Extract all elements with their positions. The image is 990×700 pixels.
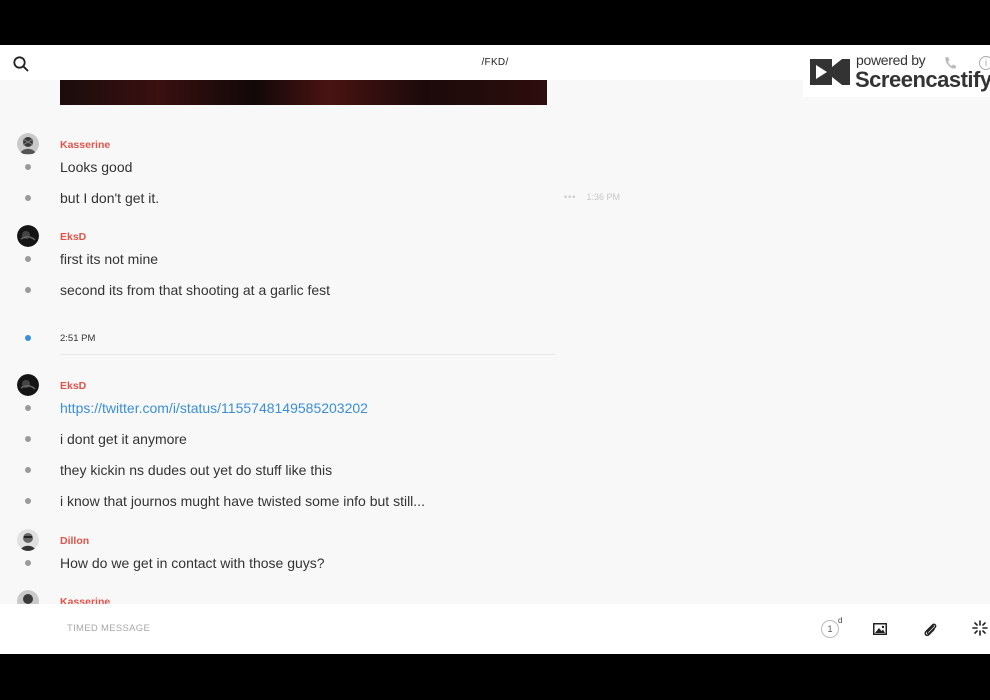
sender-name[interactable]: EksD [60,231,86,243]
message-text: How do we get in contact with those guys… [60,555,325,571]
avatar-kasserine[interactable] [17,133,39,155]
message-dot [25,287,31,293]
watermark-powered-text: powered by [856,52,926,68]
message-dot [25,560,31,566]
divider [60,354,555,355]
avatar-dillon[interactable] [17,529,39,551]
message-text: Looks good [60,159,133,175]
avatar-eksd[interactable] [17,225,39,247]
avatar-kasserine[interactable] [17,590,39,604]
image-icon[interactable] [872,621,888,637]
message-text: they kickin ns dudes out yet do stuff li… [60,462,333,478]
message-time: 1:36 PM [586,192,620,202]
info-icon[interactable]: i [979,56,990,70]
message-dot [25,498,31,504]
chat-app: /FKD/ powered by Screencastify i Kasseri… [0,45,990,654]
unread-dot [25,335,31,341]
message-text: i dont get it anymore [60,431,187,447]
message-dot [25,467,31,473]
message-composer: 1 d [0,604,990,654]
more-options-icon[interactable]: ••• [564,192,576,202]
message-dot [25,436,31,442]
phone-icon[interactable] [943,55,959,71]
sender-name[interactable]: Kasserine [60,596,110,604]
message-timer-button[interactable]: 1 d [821,616,842,638]
timer-unit: d [838,616,843,625]
message-text: first its not mine [60,251,159,267]
message-link[interactable]: https://twitter.com/i/status/11557481495… [60,400,368,416]
timestamp-divider-label: 2:51 PM [60,333,96,344]
image-attachment[interactable] [60,80,547,105]
message-dot [25,256,31,262]
sparkle-icon[interactable] [972,620,988,636]
paperclip-icon[interactable] [922,620,938,638]
message-text: i know that journos mught have twisted s… [60,493,425,509]
message-list[interactable]: Kasserine Looks good but I don't get it.… [0,80,990,604]
message-input[interactable] [67,623,567,634]
sender-name[interactable]: EksD [60,380,86,392]
message-text: but I don't get it. [60,190,160,206]
sender-name[interactable]: Kasserine [60,139,110,151]
message-text: second its from that shooting at a garli… [60,282,331,298]
avatar-eksd[interactable] [17,374,39,396]
message-hover-meta: ••• 1:36 PM [564,192,620,202]
timer-value: 1 [821,620,839,638]
message-dot [25,164,31,170]
message-dot [25,405,31,411]
sender-name[interactable]: Dillon [60,535,89,547]
message-dot [25,195,31,201]
